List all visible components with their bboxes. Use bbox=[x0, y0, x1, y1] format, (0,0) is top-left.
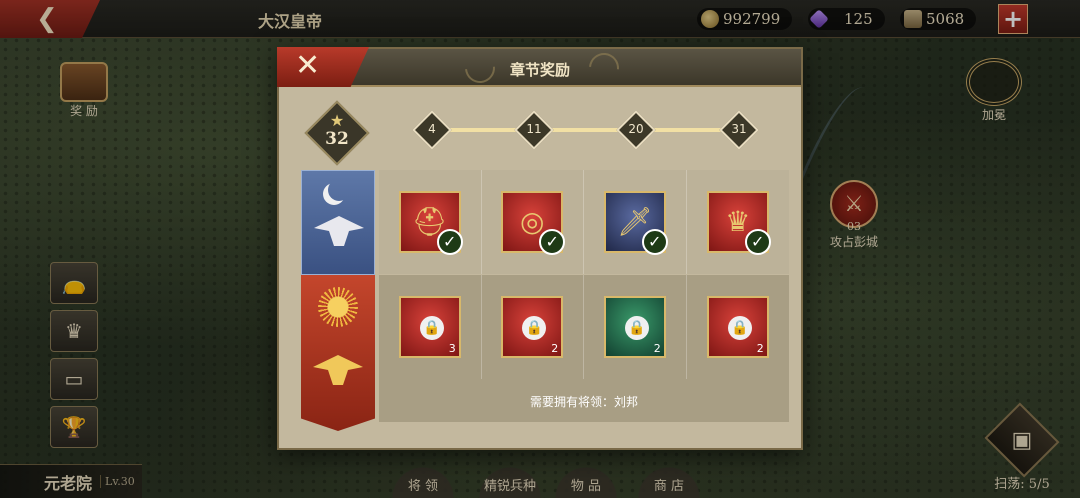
white-eagle-icon bbox=[314, 216, 364, 246]
item-quantity: 2 bbox=[551, 342, 559, 355]
blue-banner bbox=[301, 170, 375, 275]
reward-cell[interactable]: 🔒 2 bbox=[687, 275, 790, 379]
close-icon: ✕ bbox=[295, 48, 321, 83]
chapter-rewards-dialog: 章节奖励 ✕ ★ 32 4 11 20 31 ⛑ ✓ ◎ ✓ 🗡 ✓ ♛ ✓ 🔒… bbox=[277, 46, 803, 450]
free-reward-row: ⛑ ✓ ◎ ✓ 🗡 ✓ ♛ ✓ bbox=[379, 170, 789, 274]
milestone-value: 20 bbox=[628, 122, 644, 136]
reward-item-sword[interactable]: 🗡 ✓ bbox=[603, 191, 668, 255]
locked-item-gauntlet[interactable]: 🔒 2 bbox=[603, 296, 666, 358]
laurel-right-icon bbox=[582, 46, 626, 90]
milestone-value: 31 bbox=[731, 122, 747, 136]
check-icon: ✓ bbox=[539, 229, 566, 255]
star-icon: ★ bbox=[329, 111, 345, 130]
padlock-icon: 🔒 bbox=[522, 316, 547, 340]
gold-eagle-icon bbox=[313, 355, 363, 385]
reward-item-helmet[interactable]: ⛑ ✓ bbox=[398, 191, 463, 255]
milestone-2[interactable]: 11 bbox=[514, 110, 554, 150]
milestone-1[interactable]: 4 bbox=[412, 110, 452, 150]
sun-icon bbox=[318, 287, 358, 327]
reward-item-crown[interactable]: ♛ ✓ bbox=[706, 191, 771, 255]
locked-item-ring[interactable]: 🔒 2 bbox=[501, 296, 564, 358]
star-count-badge: ★ 32 bbox=[304, 100, 370, 166]
item-quantity: 2 bbox=[756, 342, 764, 355]
reward-cell[interactable]: ◎ ✓ bbox=[482, 170, 584, 274]
milestone-4[interactable]: 31 bbox=[719, 110, 759, 150]
padlock-icon: 🔒 bbox=[727, 316, 752, 340]
item-quantity: 3 bbox=[448, 342, 456, 355]
item-quantity: 2 bbox=[653, 342, 661, 355]
red-banner bbox=[301, 275, 375, 431]
star-count: 32 bbox=[325, 129, 349, 149]
locked-item-crown[interactable]: 🔒 2 bbox=[706, 296, 769, 358]
milestone-3[interactable]: 20 bbox=[616, 110, 656, 150]
reward-cell[interactable]: 🔒 2 bbox=[584, 275, 687, 379]
check-icon: ✓ bbox=[436, 229, 463, 255]
check-icon: ✓ bbox=[744, 229, 771, 255]
premium-reward-row: 🔒 3 🔒 2 🔒 2 🔒 2 需要拥有将领：刘邦 bbox=[379, 275, 789, 422]
reward-cell[interactable]: ⛑ ✓ bbox=[379, 170, 482, 274]
padlock-icon: 🔒 bbox=[624, 316, 649, 340]
milestone-value: 4 bbox=[428, 122, 436, 136]
reward-item-ring[interactable]: ◎ ✓ bbox=[501, 191, 566, 255]
locked-item-helmet[interactable]: 🔒 3 bbox=[398, 296, 461, 358]
reward-grid: ⛑ ✓ ◎ ✓ 🗡 ✓ ♛ ✓ 🔒 3 🔒 2 🔒 2 🔒 2 需要拥有将领：刘… bbox=[379, 170, 789, 422]
requirement-text: 需要拥有将领：刘邦 bbox=[529, 395, 638, 409]
reward-cell[interactable]: 🔒 3 bbox=[379, 275, 482, 379]
reward-cell[interactable]: 🔒 2 bbox=[482, 275, 584, 379]
progress-bar bbox=[429, 128, 739, 132]
check-icon: ✓ bbox=[641, 229, 668, 255]
milestone-value: 11 bbox=[526, 122, 542, 136]
crescent-moon-icon bbox=[328, 179, 350, 201]
reward-cell[interactable]: ♛ ✓ bbox=[687, 170, 790, 274]
padlock-icon: 🔒 bbox=[419, 316, 444, 340]
reward-cell[interactable]: 🗡 ✓ bbox=[584, 170, 687, 274]
